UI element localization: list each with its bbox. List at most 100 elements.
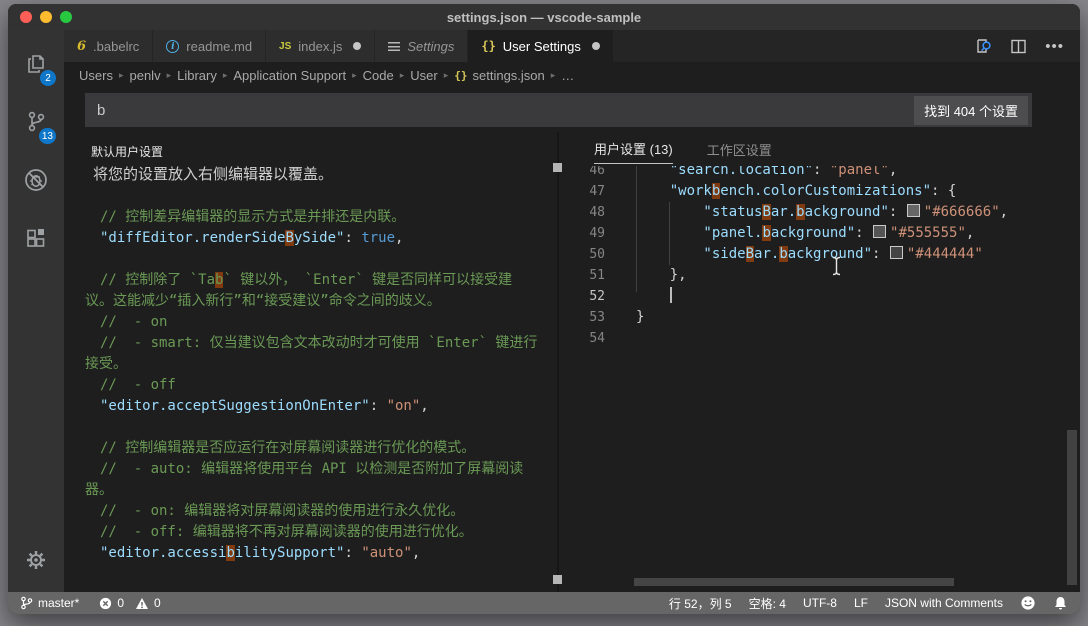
- horizontal-scrollbar[interactable]: [634, 578, 954, 586]
- warning-count: 0: [154, 596, 161, 610]
- default-settings-line: "diffEditor.renderSideBySide": true,: [64, 228, 553, 249]
- traffic-lights: [20, 11, 72, 23]
- breadcrumb-item-application-support[interactable]: Application Support: [233, 68, 346, 83]
- cursor-position[interactable]: 行 52，列 5: [669, 595, 732, 612]
- git-branch-icon: [20, 596, 33, 610]
- notifications-bell-icon[interactable]: [1053, 595, 1068, 611]
- minimize-window-button[interactable]: [40, 11, 52, 23]
- modified-dot: [353, 42, 361, 50]
- breadcrumb-item-settings-json[interactable]: {}settings.json: [454, 68, 545, 83]
- code-text: [605, 328, 636, 349]
- close-window-button[interactable]: [20, 11, 32, 23]
- search-query-text: b: [97, 102, 105, 119]
- vscode-window: settings.json — vscode-sample 2 13: [8, 4, 1080, 614]
- scope-tab-工作区设置[interactable]: 工作区设置: [707, 134, 772, 164]
- manage-button[interactable]: [8, 536, 64, 584]
- code-text: "search.location": "panel",: [605, 166, 897, 181]
- sash-handle-top[interactable]: [553, 163, 562, 172]
- breadcrumb-item-penlv[interactable]: penlv: [129, 68, 160, 83]
- list-icon: [388, 42, 400, 51]
- default-settings-line: 器。: [64, 480, 553, 501]
- default-settings-code[interactable]: // 控制差异编辑器的显示方式是并排还是内联。"diffEditor.rende…: [64, 207, 553, 564]
- extensions-activity-button[interactable]: [8, 216, 64, 264]
- default-settings-line: [64, 417, 553, 438]
- code-text: },: [605, 265, 687, 286]
- tab-user-settings[interactable]: {} User Settings: [468, 30, 614, 62]
- git-branch-label: master*: [38, 596, 79, 610]
- tab-babelrc[interactable]: 6 .babelrc: [64, 30, 153, 62]
- indentation-setting[interactable]: 空格: 4: [749, 595, 786, 612]
- breadcrumb-item-code[interactable]: Code: [363, 68, 394, 83]
- activity-bar: 2 13: [8, 30, 64, 592]
- editor-actions: •••: [974, 30, 1080, 62]
- code-line: 51 },: [559, 265, 1066, 286]
- tab-label: User Settings: [503, 39, 581, 54]
- user-settings-editor[interactable]: 46 "search.location": "panel",47 "workbe…: [559, 166, 1066, 578]
- code-text: "panel.background": "#555555",: [605, 223, 974, 244]
- default-settings-line: // - off: 编辑器将不再对屏幕阅读器的使用进行优化。: [64, 522, 553, 543]
- scm-badge: 13: [39, 128, 56, 144]
- explorer-activity-button[interactable]: 2: [8, 40, 64, 88]
- default-settings-line: "editor.acceptSuggestionOnEnter": "on",: [64, 396, 553, 417]
- default-settings-line: // 控制差异编辑器的显示方式是并排还是内联。: [64, 207, 553, 228]
- error-count: 0: [117, 596, 124, 610]
- breadcrumb-item-library[interactable]: Library: [177, 68, 217, 83]
- default-settings-line: // - on: 编辑器将对屏幕阅读器的使用进行永久优化。: [64, 501, 553, 522]
- eol-setting[interactable]: LF: [854, 596, 868, 610]
- line-number: 51: [559, 265, 605, 286]
- breadcrumb-separator: ▸: [223, 70, 228, 81]
- tab-readme-md[interactable]: ireadme.md: [153, 30, 266, 62]
- open-settings-search-icon[interactable]: [974, 37, 992, 55]
- code-line: 47 "workbench.colorCustomizations": {: [559, 181, 1066, 202]
- more-actions-icon[interactable]: •••: [1045, 38, 1064, 55]
- default-settings-title: 默认用户设置: [91, 143, 163, 160]
- js-icon: JS: [279, 41, 291, 52]
- explorer-badge: 2: [40, 70, 56, 86]
- code-text: [605, 286, 672, 307]
- extensions-icon: [23, 227, 49, 253]
- split-editor-icon[interactable]: [1010, 38, 1027, 55]
- breadcrumb-separator: ▸: [444, 70, 449, 81]
- sash-handle-bottom[interactable]: [553, 575, 562, 584]
- tab-label: readme.md: [186, 39, 252, 54]
- git-branch-status[interactable]: master*: [20, 596, 79, 610]
- line-number: 47: [559, 181, 605, 202]
- debug-activity-button[interactable]: [8, 156, 64, 204]
- maximize-window-button[interactable]: [60, 11, 72, 23]
- breadcrumb-item-[interactable]: …: [561, 68, 574, 83]
- tab-label: index.js: [298, 39, 342, 54]
- problems-status[interactable]: 0 0: [99, 596, 160, 610]
- language-mode[interactable]: JSON with Comments: [885, 596, 1003, 610]
- code-line: 48 "statusBar.background": "#666666",: [559, 202, 1066, 223]
- tab-label: .babelrc: [93, 39, 139, 54]
- mouse-ibeam-cursor: [831, 256, 842, 276]
- scope-tab-用户设置-13[interactable]: 用户设置 (13): [594, 133, 673, 164]
- code-text: "statusBar.background": "#666666",: [605, 202, 1008, 223]
- line-number: 53: [559, 307, 605, 328]
- vertical-scrollbar[interactable]: [1067, 430, 1077, 585]
- breadcrumb-separator: ▸: [352, 70, 357, 81]
- babel-icon: 6: [77, 39, 86, 54]
- code-text: "workbench.colorCustomizations": {: [605, 181, 956, 202]
- braces-icon: {}: [481, 39, 495, 53]
- settings-scope-tabs: 用户设置 (13) 工作区设置: [559, 132, 1080, 165]
- default-settings-line: "editor.accessibilitySupport": "auto",: [64, 543, 553, 564]
- code-line: 53}: [559, 307, 1066, 328]
- tab-settings[interactable]: Settings: [375, 30, 468, 62]
- feedback-smiley-icon[interactable]: [1020, 595, 1036, 611]
- line-number: 52: [559, 286, 605, 307]
- default-settings-line: // - on: [64, 312, 553, 333]
- settings-search-input[interactable]: b 找到 404 个设置: [85, 93, 1032, 127]
- encoding-setting[interactable]: UTF-8: [803, 596, 837, 610]
- color-swatch: [890, 246, 903, 259]
- status-bar: master* 0 0 行 52，列 5 空格: 4 UTF-: [8, 592, 1080, 614]
- code-line: 52: [559, 286, 1066, 307]
- code-line: 49 "panel.background": "#555555",: [559, 223, 1066, 244]
- breadcrumb-item-users[interactable]: Users: [79, 68, 113, 83]
- code-text: "sideBar.background": "#444444": [605, 244, 983, 265]
- source-control-activity-button[interactable]: 13: [8, 98, 64, 146]
- tab-label: Settings: [407, 39, 454, 54]
- default-settings-line: // - off: [64, 375, 553, 396]
- tab-index-js[interactable]: JS index.js: [266, 30, 375, 62]
- breadcrumb-item-user[interactable]: User: [410, 68, 437, 83]
